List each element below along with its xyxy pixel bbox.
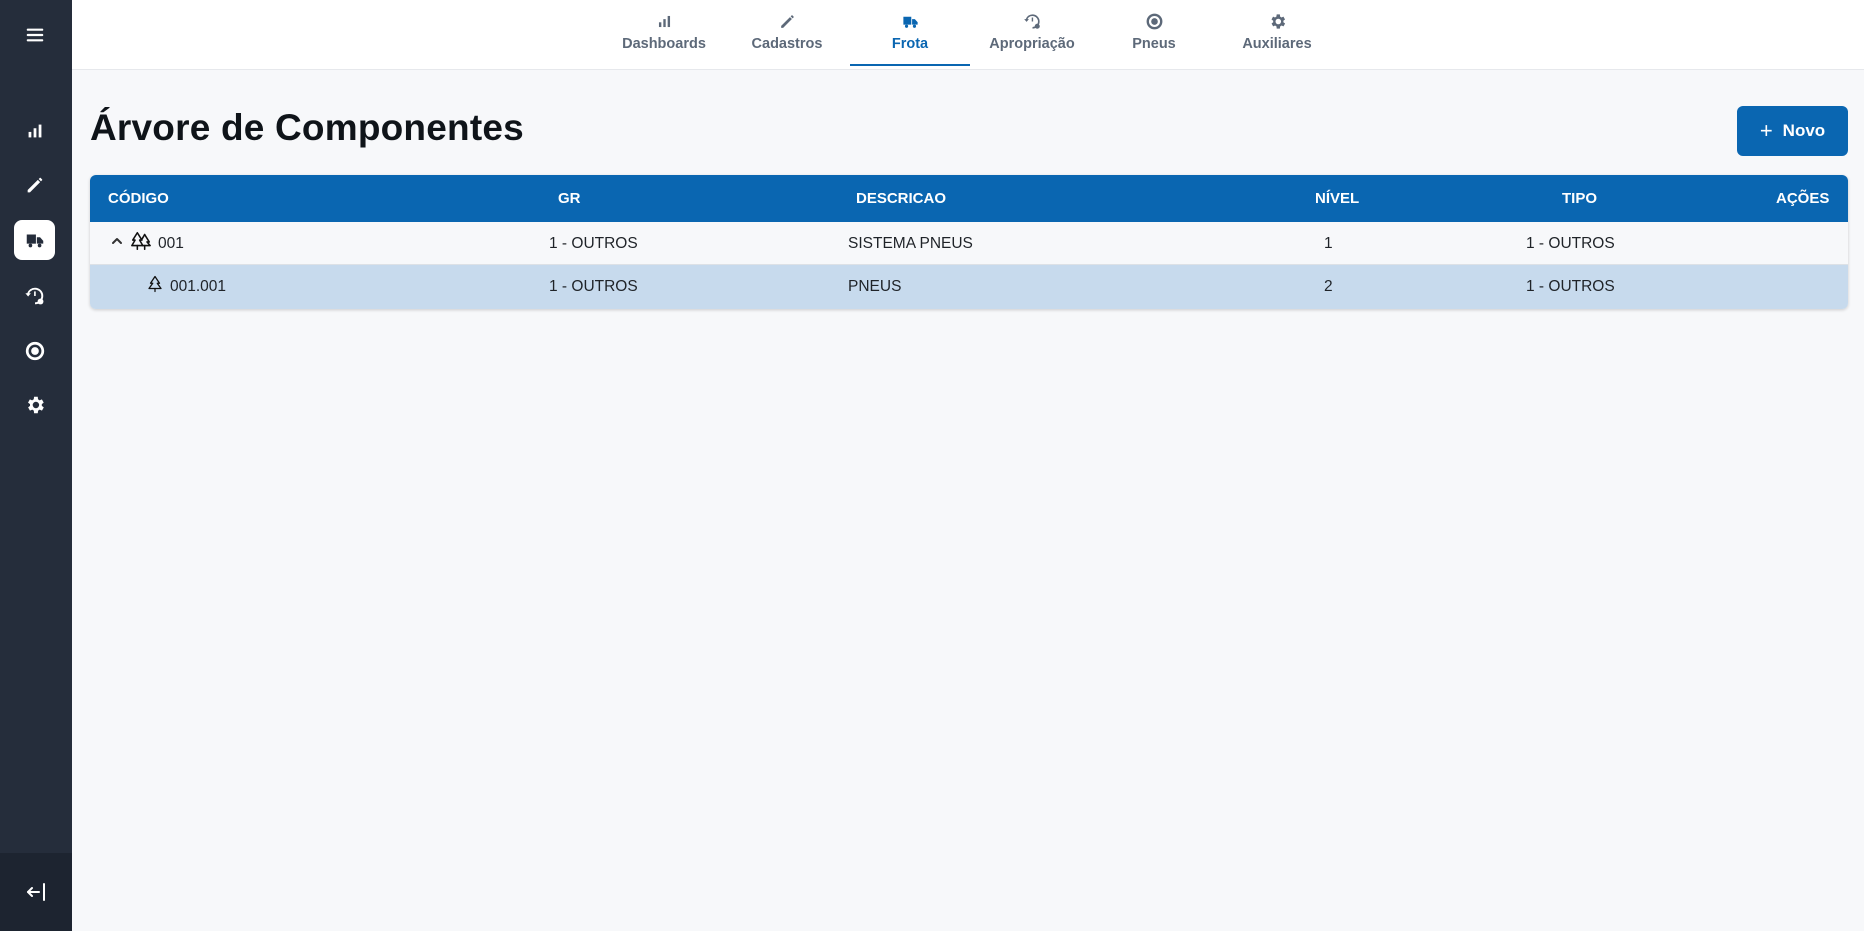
codigo-value: 001.001 xyxy=(170,277,227,295)
table-header: CÓDIGO GR DESCRICAO NÍVEL TIPO AÇÕES xyxy=(90,175,1848,222)
double-tree-icon xyxy=(131,231,151,251)
codigo-cell: 001 xyxy=(110,222,184,265)
column-header-codigo[interactable]: CÓDIGO xyxy=(108,175,169,222)
tab-auxiliares[interactable]: Auxiliares xyxy=(1217,0,1337,66)
chevron-up-icon xyxy=(112,238,122,244)
sidebar-item-dashboards[interactable] xyxy=(14,111,55,151)
tab-label: Apropriação xyxy=(989,36,1075,52)
tab-label: Auxiliares xyxy=(1242,36,1312,52)
gear-icon xyxy=(27,396,44,414)
table-row[interactable]: 001 1 - OUTROS SISTEMA PNEUS 1 1 - OUTRO… xyxy=(90,222,1848,265)
truck-icon xyxy=(26,234,43,248)
sidebar-item-apropriacao[interactable] xyxy=(14,276,55,316)
codigo-value: 001 xyxy=(158,234,184,252)
column-header-descricao[interactable]: DESCRICAO xyxy=(856,175,946,222)
pencil-icon xyxy=(780,15,794,28)
new-button[interactable]: + Novo xyxy=(1737,106,1848,156)
new-button-label: Novo xyxy=(1782,121,1826,140)
plus-icon: + xyxy=(1759,118,1773,143)
descricao-cell: SISTEMA PNEUS xyxy=(848,234,973,252)
tab-label: Pneus xyxy=(1132,36,1176,52)
menu-button[interactable] xyxy=(14,15,55,55)
tipo-cell: 1 - OUTROS xyxy=(1526,277,1615,295)
tipo-cell: 1 - OUTROS xyxy=(1526,234,1615,252)
gr-cell: 1 - OUTROS xyxy=(549,277,638,295)
sidebar xyxy=(0,0,72,931)
column-header-gr[interactable]: GR xyxy=(558,175,581,222)
tab-dashboards[interactable]: Dashboards xyxy=(604,0,724,66)
component-tree-table: CÓDIGO GR DESCRICAO NÍVEL TIPO AÇÕES 001… xyxy=(90,175,1848,309)
tab-apropriacao[interactable]: Apropriação xyxy=(972,0,1092,66)
history-gear-icon xyxy=(24,287,43,305)
tire-icon xyxy=(1146,13,1162,30)
column-header-nivel[interactable]: NÍVEL xyxy=(1315,175,1359,222)
tab-label: Dashboards xyxy=(622,36,706,52)
descricao-cell: PNEUS xyxy=(848,277,902,295)
bar-chart-icon xyxy=(658,15,670,28)
sidebar-item-frota[interactable] xyxy=(14,220,55,260)
collapse-chevron[interactable] xyxy=(110,234,124,253)
page-title: Árvore de Componentes xyxy=(90,107,524,148)
tab-cadastros[interactable]: Cadastros xyxy=(727,0,847,66)
logout-icon xyxy=(27,883,45,901)
truck-icon xyxy=(902,16,918,28)
sidebar-item-pneus[interactable] xyxy=(14,331,55,371)
tab-label: Cadastros xyxy=(751,36,823,52)
tab-pneus[interactable]: Pneus xyxy=(1094,0,1214,66)
tire-icon xyxy=(25,341,44,361)
column-header-tipo[interactable]: TIPO xyxy=(1562,175,1597,222)
column-header-acoes: AÇÕES xyxy=(1776,190,1830,207)
top-nav: Dashboards Cadastros Frota Apropriação P… xyxy=(72,0,1864,70)
history-gear-icon xyxy=(1023,14,1040,29)
table-row[interactable]: 001.001 1 - OUTROS PNEUS 2 1 - OUTROS xyxy=(90,265,1848,309)
tab-frota[interactable]: Frota xyxy=(850,0,970,66)
tree-icon xyxy=(130,230,152,257)
gear-icon xyxy=(1270,14,1285,29)
menu-icon xyxy=(26,28,43,42)
sidebar-item-cadastros[interactable] xyxy=(14,165,55,205)
nivel-cell: 1 xyxy=(1324,234,1333,252)
logout-button[interactable] xyxy=(0,853,72,931)
gr-cell: 1 - OUTROS xyxy=(549,234,638,252)
tab-label: Frota xyxy=(891,36,929,52)
nivel-cell: 2 xyxy=(1324,277,1333,295)
tree-icon xyxy=(148,275,162,293)
pencil-icon xyxy=(27,177,42,193)
sidebar-item-auxiliares[interactable] xyxy=(14,385,55,425)
tree-icon xyxy=(146,275,164,298)
bar-chart-icon xyxy=(28,124,41,138)
codigo-cell: 001.001 xyxy=(146,265,226,308)
